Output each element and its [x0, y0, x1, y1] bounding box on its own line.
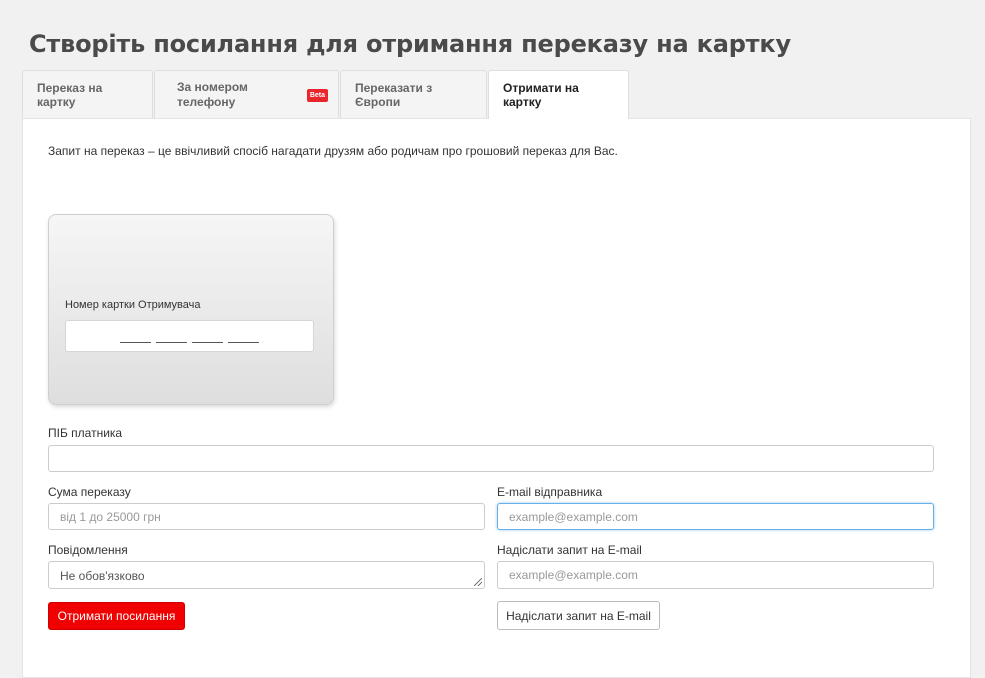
- card-number-input[interactable]: [65, 320, 314, 352]
- request-email-input[interactable]: example@example.com: [497, 561, 934, 589]
- tab-label: Отримати на картку: [503, 81, 579, 109]
- get-link-button[interactable]: Отримати посилання: [48, 602, 185, 630]
- receive-form-panel: Запит на переказ – це ввічливий спосіб н…: [22, 118, 971, 678]
- sender-email-input[interactable]: example@example.com: [497, 503, 934, 530]
- tab-by-phone[interactable]: За номером телефону Beta: [154, 70, 339, 118]
- tab-receive-to-card[interactable]: Отримати на картку: [488, 70, 629, 119]
- page-title: Створіть посилання для отримання переказ…: [29, 30, 791, 58]
- request-email-label: Надіслати запит на E-mail: [497, 543, 642, 557]
- card-digit-group: [120, 342, 151, 343]
- amount-label: Сума переказу: [48, 485, 131, 499]
- card-digit-group: [192, 342, 223, 343]
- message-placeholder: Не обов'язково: [60, 569, 145, 583]
- tab-label: Переказ на картку: [37, 80, 103, 109]
- card-visual: Номер картки Отримувача: [48, 214, 334, 405]
- card-number-label: Номер картки Отримувача: [65, 299, 201, 311]
- intro-text: Запит на переказ – це ввічливий спосіб н…: [48, 144, 618, 158]
- card-digit-group: [156, 342, 187, 343]
- amount-input[interactable]: від 1 до 25000 грн: [48, 503, 485, 530]
- tab-bar: Переказ на картку За номером телефону Be…: [22, 70, 630, 119]
- sender-email-label: E-mail відправника: [497, 485, 603, 499]
- resize-handle-icon[interactable]: [474, 578, 482, 586]
- payer-name-label: ПІБ платника: [48, 426, 123, 440]
- tab-from-europe[interactable]: Переказати з Європи: [340, 70, 487, 118]
- tab-card-transfer[interactable]: Переказ на картку: [22, 70, 153, 118]
- payer-name-input[interactable]: [48, 445, 934, 472]
- card-digit-group: [228, 342, 259, 343]
- tab-label: За номером телефону: [177, 79, 248, 109]
- send-request-button[interactable]: Надіслати запит на E-mail: [497, 601, 660, 630]
- beta-badge: Beta: [306, 89, 328, 102]
- tab-label: Переказати з Європи: [355, 80, 433, 109]
- message-label: Повідомлення: [48, 543, 128, 557]
- message-textarea[interactable]: Не обов'язково: [48, 561, 485, 589]
